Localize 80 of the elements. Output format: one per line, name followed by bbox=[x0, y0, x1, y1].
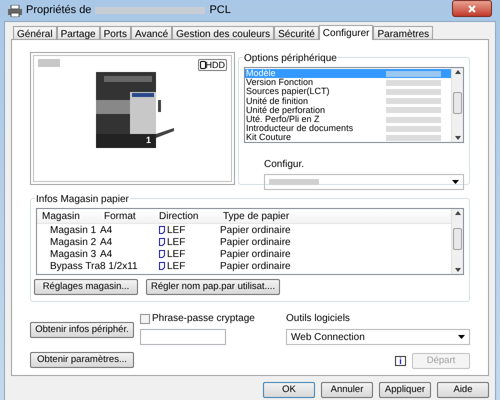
list-item[interactable]: Unité de finition bbox=[245, 96, 451, 106]
printer-icon bbox=[8, 4, 22, 16]
table-cell-text: Papier ordinaire bbox=[219, 236, 292, 250]
column-header[interactable]: Format bbox=[99, 208, 154, 224]
scroll-thumb[interactable] bbox=[453, 92, 462, 114]
table-cell-text: Magasin 2 bbox=[49, 236, 98, 250]
redacted-bar bbox=[386, 80, 441, 86]
group-title: Infos Magasin papier bbox=[35, 192, 130, 207]
get-info-button[interactable]: Obtenir infos périphér. bbox=[30, 322, 134, 338]
tab[interactable]: Avancé bbox=[130, 26, 172, 39]
paper-name-button[interactable]: Régler nom pap.par utilisat.... bbox=[146, 279, 280, 295]
table-cell-text: LEF bbox=[167, 236, 186, 250]
table-cell-text: Papier ordinaire bbox=[219, 248, 292, 262]
table-cell-text: Magasin 1 bbox=[49, 224, 98, 238]
tab[interactable]: Général bbox=[13, 26, 57, 39]
column-header[interactable]: Type de papier bbox=[218, 208, 303, 224]
list-item[interactable]: Sources papier(LCT) bbox=[245, 87, 451, 97]
scroll-thumb[interactable] bbox=[453, 228, 462, 250]
list-item[interactable]: Uté. Perfo/Pli en Z bbox=[245, 115, 451, 124]
checkbox[interactable] bbox=[140, 314, 150, 324]
list-item[interactable]: Introducteur de documents bbox=[245, 124, 451, 134]
scrollbar[interactable] bbox=[451, 68, 463, 142]
tools-label: Outils logiciels bbox=[286, 312, 351, 326]
tab[interactable]: Gestion des couleurs bbox=[172, 26, 274, 39]
redacted-bar bbox=[386, 89, 441, 95]
redacted-bar bbox=[386, 116, 441, 123]
window-title: Propriétés de bbox=[26, 3, 92, 18]
redacted-bar bbox=[386, 107, 441, 114]
table-cell-text: A4 bbox=[99, 224, 114, 238]
scroll-up-arrow-icon[interactable] bbox=[454, 70, 460, 74]
redacted-bar bbox=[386, 70, 441, 77]
passphrase-field[interactable] bbox=[140, 329, 226, 345]
list-item[interactable]: Unité de perforation bbox=[245, 106, 451, 116]
group-title: Options périphérique bbox=[243, 51, 338, 66]
redacted-bar bbox=[38, 59, 60, 67]
table-cell-text: LEF bbox=[167, 260, 186, 274]
get-settings-button[interactable]: Obtenir paramètres... bbox=[30, 352, 134, 368]
tray-number: 1 bbox=[146, 134, 152, 147]
redacted-bar bbox=[386, 126, 441, 132]
scroll-up-arrow-icon[interactable] bbox=[454, 211, 460, 215]
tab[interactable]: Partage bbox=[56, 26, 100, 39]
table-cell-text: Magasin 3 bbox=[49, 248, 98, 262]
config-label: Configur. bbox=[264, 158, 306, 172]
checkbox-label: Phrase-passe cryptage bbox=[152, 312, 255, 326]
column-header[interactable]: Direction bbox=[154, 208, 218, 224]
list-item[interactable]: Kit Couture bbox=[245, 133, 451, 142]
tab[interactable]: Sécurité bbox=[274, 26, 319, 39]
tools-dropdown[interactable]: Web Connection bbox=[286, 329, 470, 345]
tab[interactable]: Ports bbox=[100, 26, 131, 39]
redacted-bar bbox=[386, 135, 441, 142]
close-button[interactable] bbox=[452, 0, 492, 17]
dialog-button[interactable]: Appliquer bbox=[379, 382, 431, 398]
dialog-button[interactable]: Aide bbox=[437, 382, 489, 398]
table-cell-text: Bypass Tra bbox=[49, 260, 99, 274]
list-item[interactable]: Version Fonction bbox=[245, 78, 451, 88]
scroll-down-arrow-icon[interactable] bbox=[454, 136, 460, 140]
table-cell-text: A4 bbox=[99, 248, 114, 262]
dropdown-value: Web Connection bbox=[291, 330, 365, 344]
redacted-bar bbox=[269, 179, 319, 185]
scroll-down-arrow-icon[interactable] bbox=[454, 268, 460, 272]
column-header[interactable]: Magasin bbox=[37, 208, 99, 224]
dropdown-arrow-icon bbox=[458, 335, 465, 339]
redacted-bar bbox=[386, 98, 441, 104]
table-cell-text: Papier ordinaire bbox=[219, 224, 292, 238]
table-cell-text: 8 1/2x11 bbox=[100, 260, 139, 274]
dialog-button[interactable]: OK bbox=[263, 382, 315, 398]
dropdown-arrow-icon bbox=[452, 180, 459, 184]
dialog-button[interactable]: Annuler bbox=[321, 382, 373, 398]
info-icon[interactable]: i bbox=[395, 356, 406, 366]
table-cell-text: LEF bbox=[167, 248, 186, 262]
table-cell-text: LEF bbox=[167, 224, 186, 238]
tray-settings-button[interactable]: Réglages magasin... bbox=[34, 279, 138, 295]
hdd-label: HDD bbox=[206, 60, 225, 70]
table-cell-text: A4 bbox=[99, 236, 114, 250]
tab[interactable]: Configurer bbox=[318, 25, 374, 40]
table-cell-text: Papier ordinaire bbox=[219, 260, 292, 274]
window-title: PCL bbox=[209, 3, 231, 18]
close-icon bbox=[468, 4, 476, 12]
scrollbar[interactable] bbox=[451, 209, 463, 274]
tab[interactable]: Paramètres bbox=[373, 26, 434, 39]
